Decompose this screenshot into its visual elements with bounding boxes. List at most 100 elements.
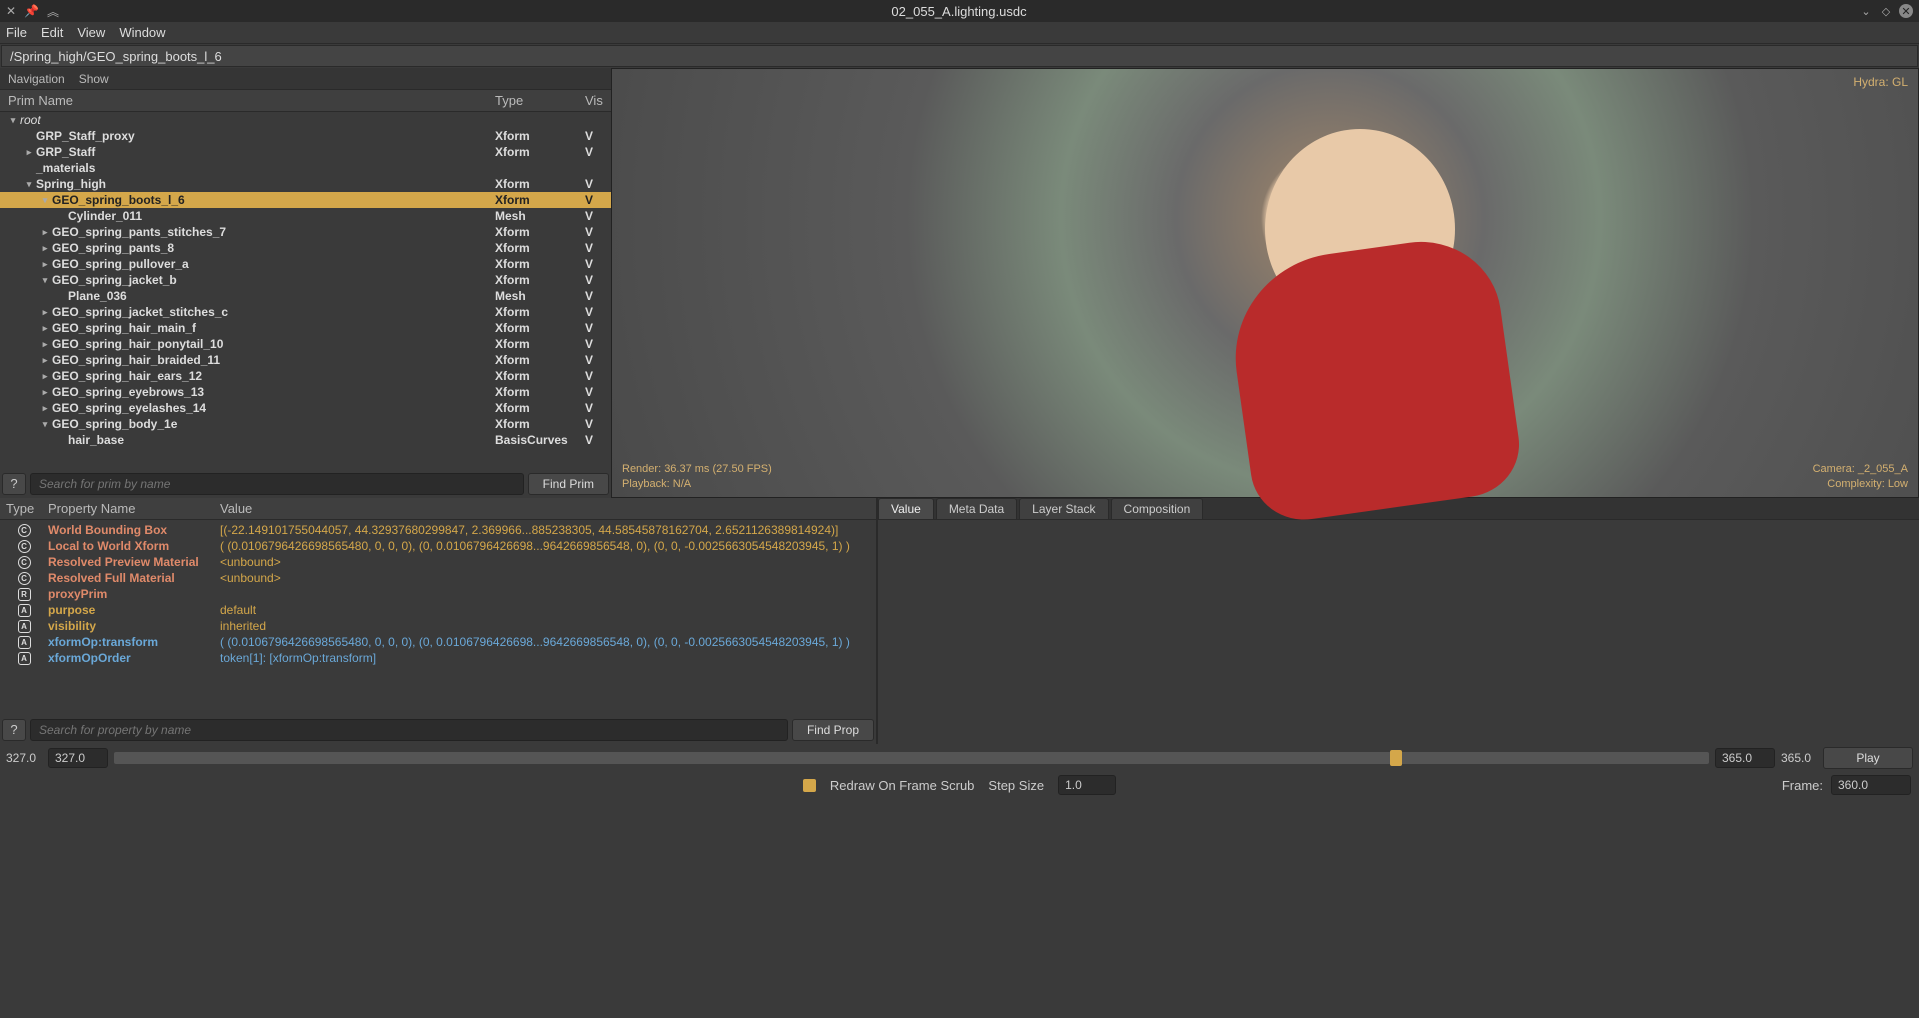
tree-row[interactable]: ▸GEO_spring_hair_braided_11XformV [0,352,611,368]
prim-vis[interactable]: V [585,385,611,399]
expander-icon[interactable]: ▸ [40,387,50,398]
menu-view[interactable]: View [77,25,105,40]
tree-row[interactable]: ▾Spring_highXformV [0,176,611,192]
prop-row[interactable]: Avisibilityinherited [0,618,876,634]
tree-row[interactable]: Cylinder_011MeshV [0,208,611,224]
tree-row[interactable]: ▸GEO_spring_eyebrows_13XformV [0,384,611,400]
prim-vis[interactable]: V [585,337,611,351]
prim-vis[interactable]: V [585,401,611,415]
prim-vis[interactable]: V [585,145,611,159]
expander-icon[interactable]: ▸ [40,243,50,254]
prim-vis[interactable]: V [585,289,611,303]
tab-value[interactable]: Value [878,498,934,519]
prim-search-input[interactable] [30,473,524,495]
tree-row[interactable]: ▸GEO_spring_eyelashes_14XformV [0,400,611,416]
tree-row[interactable]: ▾root [0,112,611,128]
menu-window[interactable]: Window [119,25,165,40]
prop-row[interactable]: CResolved Preview Material<unbound> [0,554,876,570]
range-start-input[interactable] [48,748,108,768]
col-prop-value[interactable]: Value [220,501,876,516]
prim-search-help[interactable]: ? [2,473,26,495]
tree-row[interactable]: ▸GEO_spring_pants_stitches_7XformV [0,224,611,240]
expander-icon[interactable]: ▸ [24,147,34,158]
prop-row[interactable]: CLocal to World Xform( (0.01067964266985… [0,538,876,554]
prim-path-input[interactable]: /Spring_high/GEO_spring_boots_l_6 [1,45,1918,67]
play-button[interactable]: Play [1823,747,1913,769]
close-icon[interactable]: ✕ [1899,4,1913,18]
chevron-up-icon[interactable]: ︽ [47,3,59,20]
prim-vis[interactable]: V [585,369,611,383]
prop-row[interactable]: Apurposedefault [0,602,876,618]
expander-icon[interactable]: ▸ [40,227,50,238]
props-body[interactable]: CWorld Bounding Box[(-22.149101755044057… [0,520,876,698]
col-vis[interactable]: Vis [585,93,611,108]
tree-row[interactable]: ▸GEO_spring_hair_ears_12XformV [0,368,611,384]
tree-row[interactable]: ▾GEO_spring_body_1eXformV [0,416,611,432]
col-prim-name[interactable]: Prim Name [0,93,495,108]
show-menu[interactable]: Show [79,72,109,86]
expander-icon[interactable]: ▸ [40,371,50,382]
prop-row[interactable]: CWorld Bounding Box[(-22.149101755044057… [0,522,876,538]
prop-search-input[interactable] [30,719,788,741]
prim-vis[interactable]: V [585,209,611,223]
tree-row[interactable]: hair_baseBasisCurvesV [0,432,611,448]
prim-vis[interactable]: V [585,177,611,191]
viewport[interactable]: Hydra: GL Render: 36.37 ms (27.50 FPS) P… [611,68,1919,498]
prim-vis[interactable]: V [585,305,611,319]
prim-vis[interactable]: V [585,273,611,287]
find-prop-button[interactable]: Find Prop [792,719,874,741]
col-prop-type[interactable]: Type [0,501,48,516]
tree-row[interactable]: ▸GEO_spring_pants_8XformV [0,240,611,256]
menu-edit[interactable]: Edit [41,25,63,40]
expander-icon[interactable]: ▸ [40,339,50,350]
tab-composition[interactable]: Composition [1111,498,1204,519]
expander-icon[interactable]: ▾ [8,115,18,126]
tree-row[interactable]: ▸GRP_StaffXformV [0,144,611,160]
stepsize-input[interactable] [1058,775,1116,795]
pin-icon[interactable]: 📌 [24,4,39,18]
tree-row[interactable]: ▾GEO_spring_boots_l_6XformV [0,192,611,208]
expander-icon[interactable]: ▸ [40,259,50,270]
expander-icon[interactable]: ▾ [40,419,50,430]
tree-row[interactable]: Plane_036MeshV [0,288,611,304]
expander-icon[interactable]: ▾ [24,179,34,190]
tab-metadata[interactable]: Meta Data [936,498,1017,519]
frame-input[interactable] [1831,775,1911,795]
range-end-input[interactable] [1715,748,1775,768]
expander-icon[interactable]: ▾ [40,195,50,206]
prop-row[interactable]: AxformOp:transform( (0.01067964266985654… [0,634,876,650]
maximize-icon[interactable]: ◇ [1879,4,1893,18]
prim-vis[interactable]: V [585,257,611,271]
prop-search-help[interactable]: ? [2,719,26,741]
nav-menu[interactable]: Navigation [8,72,65,86]
expander-icon[interactable]: ▾ [40,275,50,286]
expander-icon[interactable]: ▸ [40,403,50,414]
expander-icon[interactable]: ▸ [40,323,50,334]
tree-row[interactable]: ▾GEO_spring_jacket_bXformV [0,272,611,288]
prim-vis[interactable]: V [585,241,611,255]
prim-vis[interactable]: V [585,225,611,239]
tree-row[interactable]: ▸GEO_spring_jacket_stitches_cXformV [0,304,611,320]
prim-vis[interactable]: V [585,129,611,143]
prop-row[interactable]: CResolved Full Material<unbound> [0,570,876,586]
menu-file[interactable]: File [6,25,27,40]
prop-row[interactable]: RproxyPrim [0,586,876,602]
tree-body[interactable]: ▾rootGRP_Staff_proxyXformV▸GRP_StaffXfor… [0,112,611,448]
expander-icon[interactable]: ▸ [40,307,50,318]
tree-row[interactable]: ▸GEO_spring_pullover_aXformV [0,256,611,272]
tree-row[interactable]: ▸GEO_spring_hair_main_fXformV [0,320,611,336]
prim-vis[interactable]: V [585,353,611,367]
timeline-thumb[interactable] [1390,750,1402,766]
prim-vis[interactable]: V [585,321,611,335]
tree-row[interactable]: _materials [0,160,611,176]
expander-icon[interactable]: ▸ [40,355,50,366]
tab-layerstack[interactable]: Layer Stack [1019,498,1108,519]
prim-vis[interactable]: V [585,433,611,447]
minimize-icon[interactable]: ⌄ [1859,4,1873,18]
timeline-slider[interactable] [114,752,1709,764]
tree-row[interactable]: ▸GEO_spring_hair_ponytail_10XformV [0,336,611,352]
prim-vis[interactable]: V [585,193,611,207]
col-type[interactable]: Type [495,93,585,108]
prop-row[interactable]: AxformOpOrdertoken[1]: [xformOp:transfor… [0,650,876,666]
col-prop-name[interactable]: Property Name [48,501,220,516]
